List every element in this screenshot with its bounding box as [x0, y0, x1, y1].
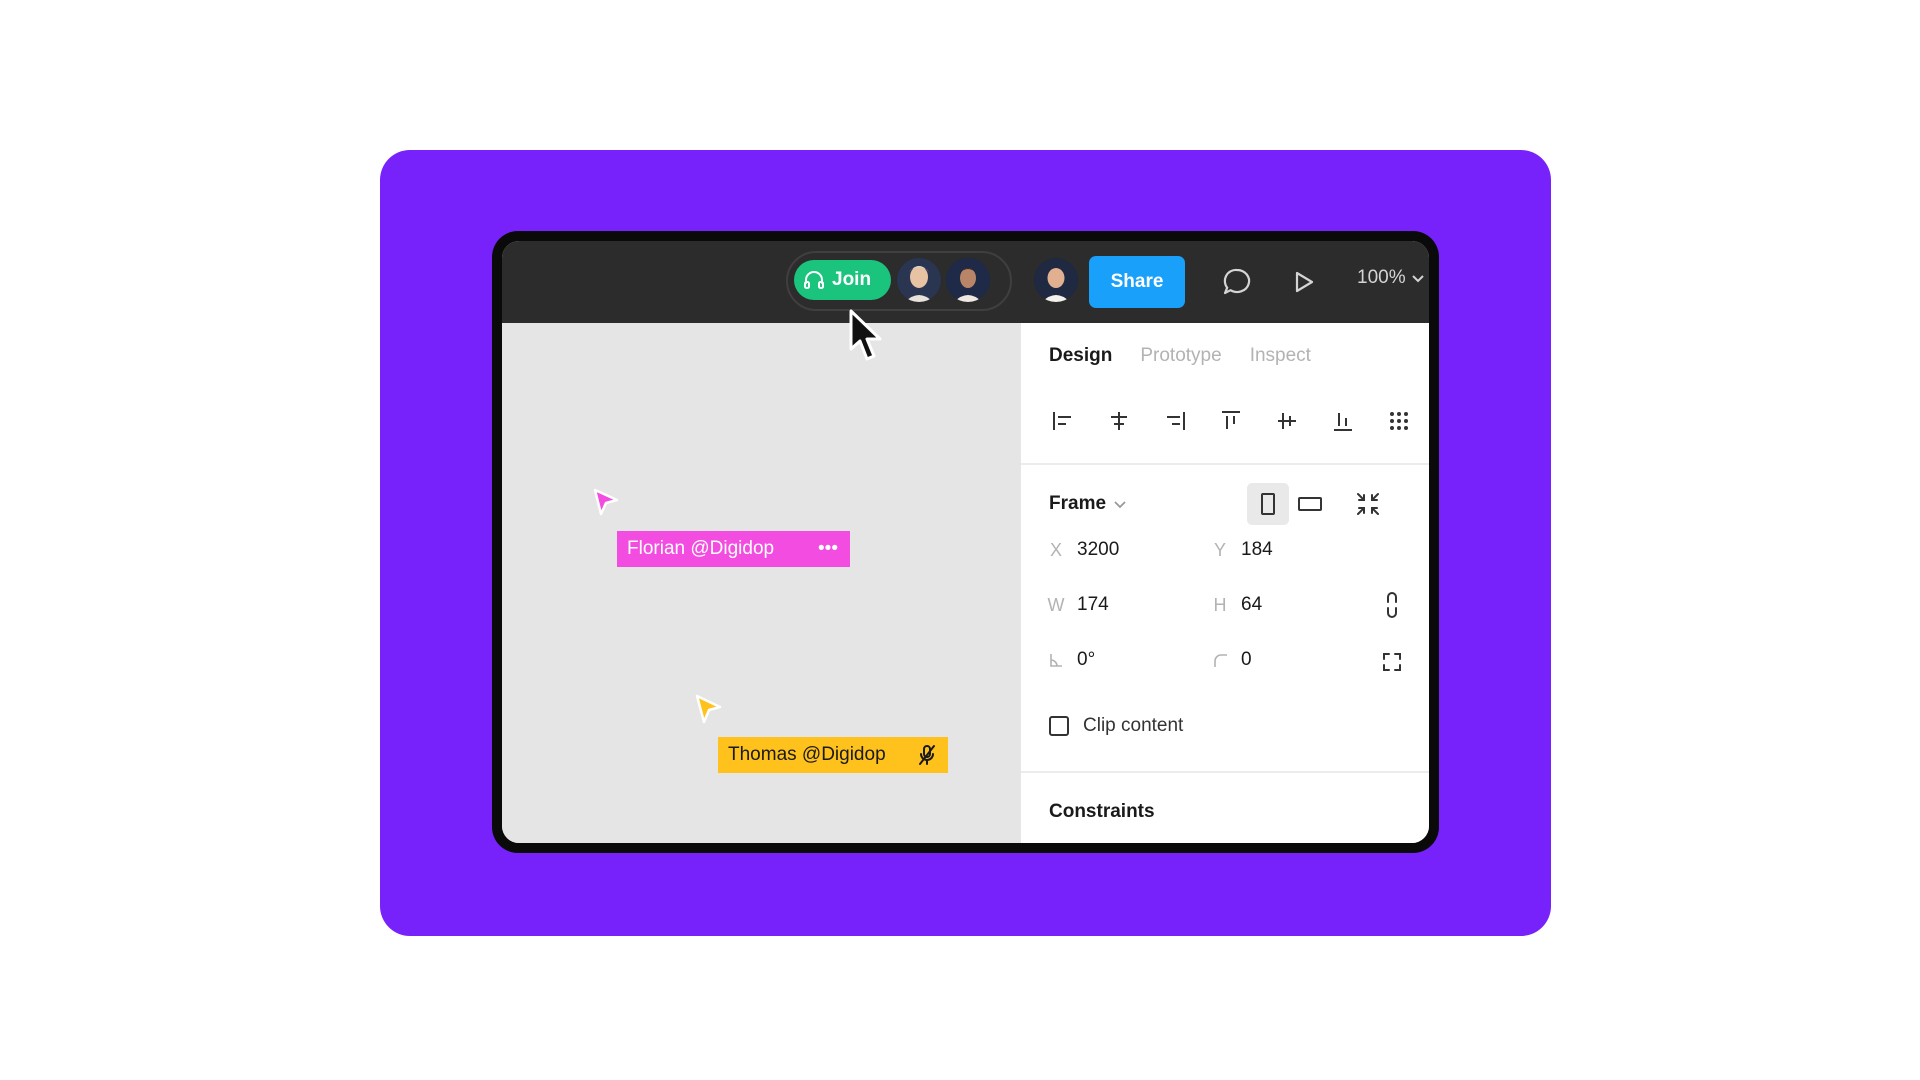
- avatar-icon[interactable]: [1034, 258, 1078, 302]
- align-top-icon[interactable]: [1213, 403, 1249, 439]
- comment-icon[interactable]: [1218, 263, 1256, 301]
- independent-corners-icon[interactable]: [1381, 651, 1403, 678]
- align-right-icon[interactable]: [1157, 403, 1193, 439]
- muted-mic-icon: [918, 737, 936, 773]
- cursor-name: Thomas @Digidop: [728, 744, 886, 765]
- frame-title: Frame: [1049, 493, 1107, 514]
- x-label: X: [1049, 539, 1062, 560]
- zoom-dropdown[interactable]: 100%: [1357, 267, 1424, 289]
- mouse-pointer-icon: [847, 309, 887, 365]
- properties-panel: Design Prototype Inspect Frame X 3200 Y …: [1020, 323, 1429, 843]
- rotation-angle-icon: [1035, 652, 1077, 668]
- y-value: 184: [1241, 539, 1273, 560]
- resize-to-fit-icon[interactable]: [1347, 483, 1389, 525]
- constrain-proportions-icon[interactable]: [1385, 590, 1399, 625]
- section-divider: [1021, 771, 1429, 773]
- align-vertical-center-icon[interactable]: [1269, 403, 1305, 439]
- h-label: H: [1213, 594, 1227, 615]
- play-icon[interactable]: [1288, 265, 1320, 299]
- zoom-label: 100%: [1357, 267, 1406, 288]
- rotation-field[interactable]: 0°: [1035, 649, 1095, 671]
- avatar-icon[interactable]: [897, 258, 941, 302]
- tab-inspect[interactable]: Inspect: [1250, 345, 1311, 367]
- cursor-name: Florian @Digidop: [627, 538, 775, 559]
- page: Join Share 100% Florian @Digidop ••• Tho…: [0, 0, 1920, 1080]
- chevron-down-icon: [1114, 493, 1126, 515]
- width-field[interactable]: W 174: [1035, 594, 1109, 616]
- y-label: Y: [1213, 539, 1226, 560]
- frame-dropdown[interactable]: Frame: [1049, 493, 1126, 515]
- alignment-toolbar: [1045, 403, 1417, 439]
- avatar-icon[interactable]: [946, 258, 990, 302]
- top-toolbar: Join Share 100%: [502, 241, 1429, 361]
- corner-radius-icon: [1199, 652, 1241, 668]
- collaborator-cursor-label: Florian @Digidop •••: [617, 531, 850, 567]
- panel-tabs: Design Prototype Inspect: [1049, 345, 1311, 367]
- align-left-icon[interactable]: [1045, 403, 1081, 439]
- constraints-title: Constraints: [1049, 801, 1155, 822]
- w-value: 174: [1077, 594, 1109, 615]
- cursor-arrow-icon: [592, 487, 620, 522]
- section-divider: [1021, 463, 1429, 465]
- align-horizontal-center-icon[interactable]: [1101, 403, 1137, 439]
- cursor-arrow-icon: [694, 693, 724, 730]
- distribute-grid-icon[interactable]: [1381, 403, 1417, 439]
- clip-content-label: Clip content: [1083, 715, 1184, 736]
- chevron-down-icon: [1411, 267, 1424, 289]
- align-bottom-icon[interactable]: [1325, 403, 1361, 439]
- radius-value: 0: [1241, 649, 1252, 670]
- tab-design[interactable]: Design: [1049, 345, 1112, 367]
- share-button[interactable]: Share: [1089, 256, 1185, 308]
- clip-content-checkbox[interactable]: [1049, 716, 1069, 736]
- x-field[interactable]: X 3200: [1035, 539, 1119, 561]
- w-label: W: [1047, 594, 1065, 615]
- tab-prototype[interactable]: Prototype: [1140, 345, 1221, 367]
- rotation-value: 0°: [1077, 649, 1096, 670]
- more-options-icon[interactable]: •••: [818, 531, 838, 567]
- h-value: 64: [1241, 594, 1263, 615]
- height-field[interactable]: H 64: [1199, 594, 1263, 616]
- app-window-frame: Join Share 100% Florian @Digidop ••• Tho…: [492, 231, 1439, 853]
- join-audio-button[interactable]: Join: [794, 260, 891, 300]
- join-label: Join: [832, 269, 872, 290]
- design-canvas[interactable]: Florian @Digidop ••• Thomas @Digidop: [502, 323, 1020, 843]
- clip-content-option[interactable]: Clip content: [1049, 715, 1183, 737]
- headphones-icon: [802, 268, 826, 292]
- landscape-orientation-icon[interactable]: [1289, 483, 1331, 525]
- portrait-orientation-icon[interactable]: [1247, 483, 1289, 525]
- collaborator-cursor-label: Thomas @Digidop: [718, 737, 948, 773]
- app-screen: Join Share 100% Florian @Digidop ••• Tho…: [502, 241, 1429, 843]
- x-value: 3200: [1077, 539, 1120, 560]
- y-field[interactable]: Y 184: [1199, 539, 1273, 561]
- corner-radius-field[interactable]: 0: [1199, 649, 1252, 671]
